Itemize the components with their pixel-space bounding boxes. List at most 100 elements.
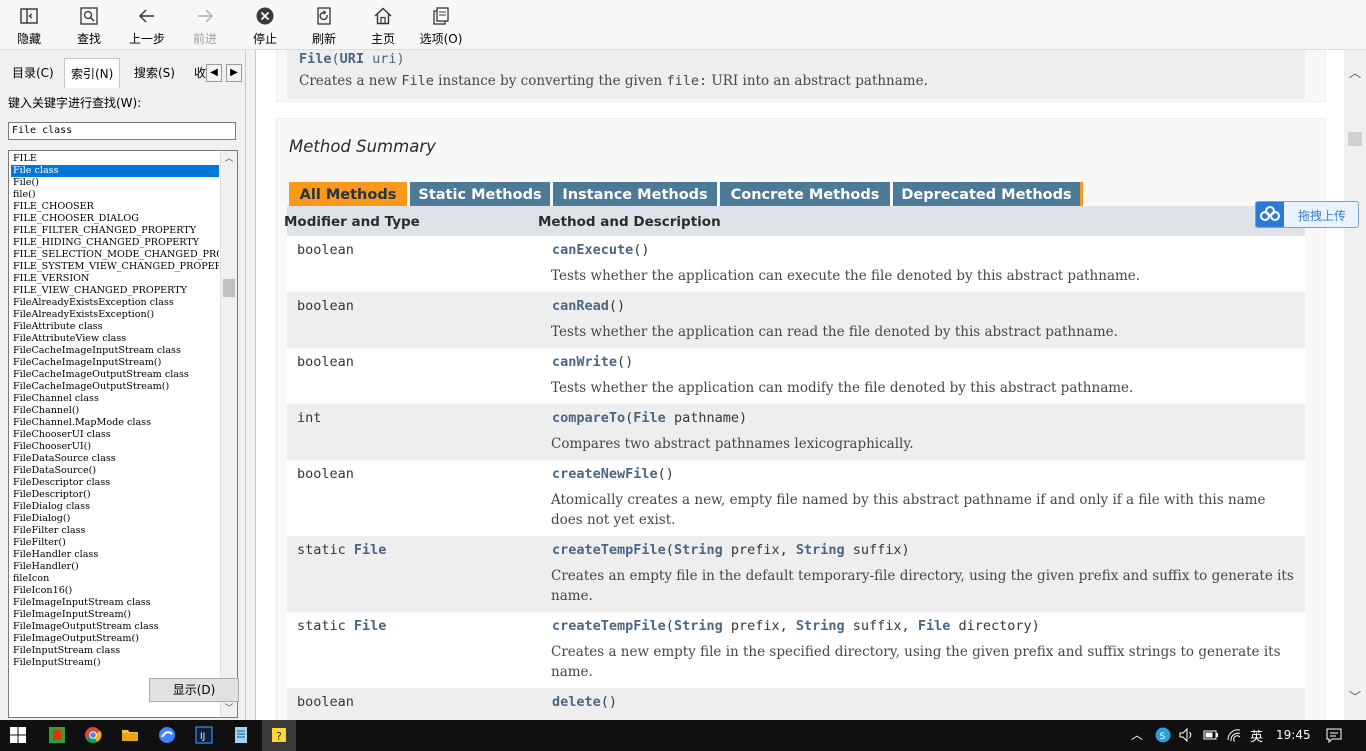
param-type-link[interactable]: String bbox=[796, 542, 845, 558]
hide-button[interactable]: 隐藏 bbox=[14, 6, 44, 48]
tab-static-methods[interactable]: Static Methods bbox=[410, 182, 550, 206]
index-list-item[interactable]: FileChooserUI class bbox=[11, 429, 219, 441]
tab-concrete-methods[interactable]: Concrete Methods bbox=[720, 182, 890, 206]
index-list-item[interactable]: File class bbox=[11, 165, 219, 177]
index-list-item[interactable]: FileInputStream() bbox=[11, 657, 219, 669]
index-list-item[interactable]: File() bbox=[11, 177, 219, 189]
find-button[interactable]: 查找 bbox=[74, 6, 104, 48]
notepad-icon[interactable] bbox=[232, 726, 250, 744]
index-list-item[interactable]: FileChannel class bbox=[11, 393, 219, 405]
back-button[interactable]: 上一步 bbox=[127, 6, 167, 48]
notification-icon[interactable] bbox=[1325, 726, 1343, 744]
index-list-item[interactable]: FileImageInputStream() bbox=[11, 609, 219, 621]
chrome-icon[interactable] bbox=[84, 726, 102, 744]
tray-app-icon[interactable]: S bbox=[1154, 726, 1172, 744]
constructor-name-link[interactable]: File bbox=[299, 51, 332, 67]
index-list-item[interactable]: FileAlreadyExistsException() bbox=[11, 309, 219, 321]
tab-search[interactable]: 搜索(S) bbox=[128, 60, 181, 86]
browser-icon[interactable] bbox=[158, 726, 176, 744]
index-list[interactable]: FILE File class File() file() FILE_CHOOSER FI… bbox=[8, 150, 238, 718]
index-list-item[interactable]: FileInputStream class bbox=[11, 645, 219, 657]
file-explorer-icon[interactable] bbox=[121, 726, 139, 744]
stop-button[interactable]: 停止 bbox=[250, 6, 280, 48]
options-button[interactable]: 选项(O) bbox=[418, 6, 464, 48]
index-list-item[interactable]: FILE_CHOOSER bbox=[11, 201, 219, 213]
index-list-item[interactable]: FILE_HIDING_CHANGED_PROPERTY bbox=[11, 237, 219, 249]
method-name-link[interactable]: delete bbox=[552, 694, 601, 710]
index-list-item[interactable]: FILE bbox=[11, 153, 219, 165]
tab-scroll-left-icon[interactable]: ◀ bbox=[206, 64, 222, 82]
param-type-link[interactable]: String bbox=[674, 542, 723, 558]
return-type-link[interactable]: File bbox=[354, 542, 387, 558]
index-list-item[interactable]: FileChannel.MapMode class bbox=[11, 417, 219, 429]
index-list-item[interactable]: FILE_FILTER_CHANGED_PROPERTY bbox=[11, 225, 219, 237]
index-list-item[interactable]: FileImageOutputStream class bbox=[11, 621, 219, 633]
ide-icon[interactable]: IJ bbox=[195, 726, 213, 744]
index-list-item[interactable]: FileAlreadyExistsException class bbox=[11, 297, 219, 309]
index-list-item[interactable]: FileAttributeView class bbox=[11, 333, 219, 345]
method-name-link[interactable]: createTempFile bbox=[552, 542, 666, 558]
battery-icon[interactable] bbox=[1202, 726, 1220, 744]
tab-scroll-right-icon[interactable]: ▶ bbox=[226, 64, 242, 82]
pane-splitter[interactable] bbox=[246, 50, 256, 720]
chevron-up-icon[interactable]: ︿ bbox=[221, 151, 237, 167]
param-type-link[interactable]: String bbox=[674, 618, 723, 634]
keyword-input[interactable]: File class bbox=[8, 122, 236, 140]
chevron-up-icon[interactable]: ︿ bbox=[1344, 62, 1366, 84]
index-list-item[interactable]: FILE_SELECTION_MODE_CHANGED_PROPER bbox=[11, 249, 219, 261]
index-list-item[interactable]: FILE_VIEW_CHANGED_PROPERTY bbox=[11, 285, 219, 297]
index-list-item[interactable]: FileDescriptor() bbox=[11, 489, 219, 501]
tab-contents[interactable]: 目录(C) bbox=[6, 60, 60, 86]
method-name-link[interactable]: canRead bbox=[552, 298, 609, 314]
index-list-item[interactable]: FileImageInputStream class bbox=[11, 597, 219, 609]
method-name-link[interactable]: compareTo bbox=[552, 410, 625, 426]
index-list-item[interactable]: FileChooserUI() bbox=[11, 441, 219, 453]
index-list-item[interactable]: FileDialog class bbox=[11, 501, 219, 513]
media-app-icon[interactable] bbox=[48, 726, 66, 744]
index-list-item[interactable]: FILE_CHOOSER_DIALOG bbox=[11, 213, 219, 225]
drag-upload-button[interactable]: 拖拽上传 bbox=[1255, 201, 1359, 228]
return-type-link[interactable]: File bbox=[354, 618, 387, 634]
index-list-item[interactable]: FILE_SYSTEM_VIEW_CHANGED_PROPERTY bbox=[11, 261, 219, 273]
index-scrollbar[interactable]: ︿ ﹀ bbox=[220, 151, 237, 717]
index-list-item[interactable]: FILE_VERSION bbox=[11, 273, 219, 285]
help-viewer-task-icon[interactable]: ? bbox=[270, 726, 288, 744]
index-list-item[interactable]: FileHandler class bbox=[11, 549, 219, 561]
windows-start-icon[interactable] bbox=[9, 726, 27, 744]
content-scroll-thumb[interactable] bbox=[1348, 132, 1362, 146]
index-scroll-thumb[interactable] bbox=[223, 279, 235, 297]
method-name-link[interactable]: canExecute bbox=[552, 242, 633, 258]
index-list-item[interactable]: FileCacheImageOutputStream class bbox=[11, 369, 219, 381]
index-list-item[interactable]: fileIcon bbox=[11, 573, 219, 585]
index-list-item[interactable]: FileFilter class bbox=[11, 525, 219, 537]
method-name-link[interactable]: canWrite bbox=[552, 354, 617, 370]
tab-index[interactable]: 索引(N) bbox=[64, 58, 121, 88]
index-list-item[interactable]: FileCacheImageInputStream() bbox=[11, 357, 219, 369]
param-type-link[interactable]: File bbox=[918, 618, 951, 634]
forward-button[interactable]: 前进 bbox=[190, 6, 220, 48]
tab-instance-methods[interactable]: Instance Methods bbox=[553, 182, 717, 206]
refresh-button[interactable]: 刷新 bbox=[309, 6, 339, 48]
index-list-item[interactable]: FileImageOutputStream() bbox=[11, 633, 219, 645]
index-list-item[interactable]: FileAttribute class bbox=[11, 321, 219, 333]
method-name-link[interactable]: createTempFile bbox=[552, 618, 666, 634]
index-list-item[interactable]: FileCacheImageOutputStream() bbox=[11, 381, 219, 393]
ime-indicator[interactable]: 英 bbox=[1250, 726, 1263, 745]
index-list-item[interactable]: FileFilter() bbox=[11, 537, 219, 549]
uri-type-link[interactable]: URI bbox=[340, 51, 364, 67]
index-list-item[interactable]: FileDescriptor class bbox=[11, 477, 219, 489]
chevron-down-icon[interactable]: ﹀ bbox=[221, 701, 237, 717]
wifi-icon[interactable] bbox=[1226, 726, 1244, 744]
index-list-item[interactable]: FileDataSource() bbox=[11, 465, 219, 477]
index-list-item[interactable]: FileCacheImageInputStream class bbox=[11, 345, 219, 357]
index-list-item[interactable]: FileIcon16() bbox=[11, 585, 219, 597]
content-scrollbar[interactable]: ︿ ﹀ bbox=[1344, 50, 1366, 720]
clock[interactable]: 19:45 bbox=[1276, 728, 1311, 742]
volume-icon[interactable] bbox=[1178, 726, 1196, 744]
index-list-item[interactable]: file() bbox=[11, 189, 219, 201]
method-name-link[interactable]: createNewFile bbox=[552, 466, 658, 482]
param-type-link[interactable]: String bbox=[796, 618, 845, 634]
index-list-item[interactable]: FileChannel() bbox=[11, 405, 219, 417]
tray-expand-icon[interactable]: ︿ bbox=[1131, 726, 1143, 743]
index-list-item[interactable]: FileDataSource class bbox=[11, 453, 219, 465]
